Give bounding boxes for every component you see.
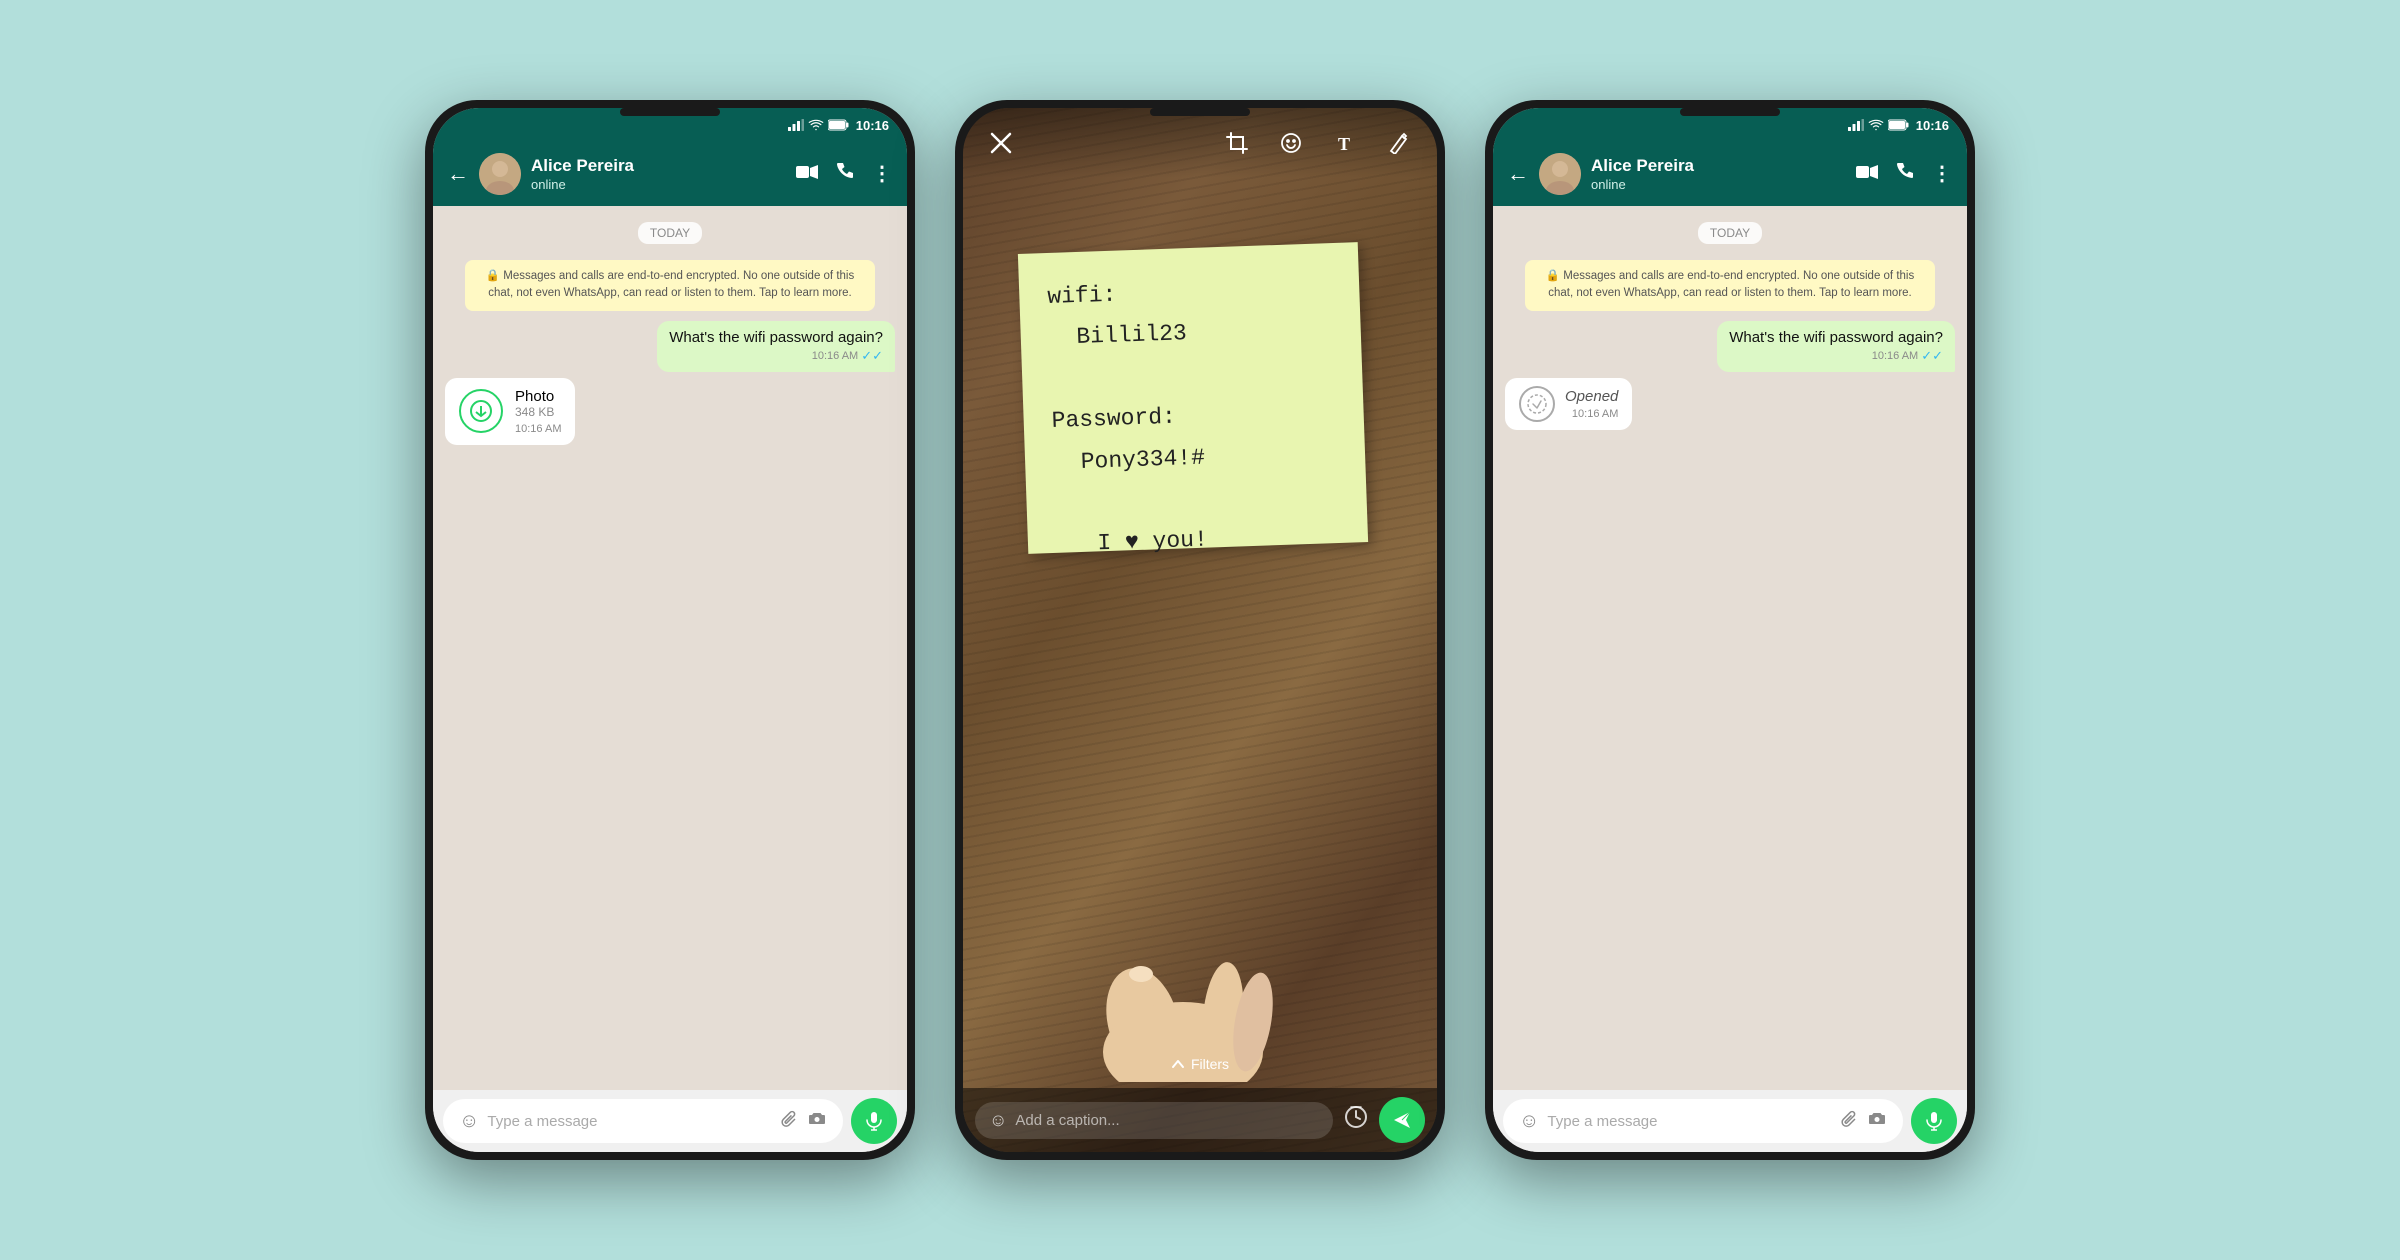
phone-2-screen: wifi: Billil23 Password: Pony334!# I ♥ y… <box>963 108 1437 1152</box>
camera-icon-1[interactable] <box>807 1109 827 1133</box>
double-tick-3: ✓✓ <box>1921 348 1943 364</box>
caption-input[interactable]: ☺ Add a caption... <box>975 1102 1333 1139</box>
battery-icon <box>828 119 850 131</box>
opened-message: Opened 10:16 AM <box>1505 378 1632 430</box>
phone-icon-3[interactable] <box>1896 162 1914 186</box>
battery-icon-3 <box>1888 119 1910 131</box>
message-text-1: What's the wifi password again? <box>669 329 883 346</box>
input-field-3[interactable]: ☺ Type a message <box>1503 1099 1903 1143</box>
attach-icon-1[interactable] <box>779 1109 799 1133</box>
contact-name-3: Alice Pereira <box>1591 156 1846 176</box>
phone-3: 10:16 ← Alice Pereira online <box>1485 100 1975 1160</box>
message-out-1: What's the wifi password again? 10:16 AM… <box>657 321 895 372</box>
chat-body-3: TODAY 🔒 Messages and calls are end-to-en… <box>1493 206 1967 1090</box>
mic-button-3[interactable] <box>1911 1098 1957 1144</box>
message-out-3: What's the wifi password again? 10:16 AM… <box>1717 321 1955 372</box>
double-tick-1: ✓✓ <box>861 348 883 364</box>
mic-button-1[interactable] <box>851 1098 897 1144</box>
editor-tools-right: T <box>1217 123 1419 163</box>
filters-label: Filters <box>1191 1056 1229 1072</box>
back-button-1[interactable]: ← <box>447 161 469 187</box>
encryption-notice-3: 🔒 Messages and calls are end-to-end encr… <box>1525 260 1935 311</box>
crop-icon[interactable] <box>1217 123 1257 163</box>
contact-name-1: Alice Pereira <box>531 156 786 176</box>
editor-top-bar: T <box>963 108 1437 178</box>
opened-text: Opened 10:16 AM <box>1565 388 1618 420</box>
signal-icons-1 <box>788 119 850 131</box>
phone-2: wifi: Billil23 Password: Pony334!# I ♥ y… <box>955 100 1445 1160</box>
phone-1: 10:16 ← Alice Pereira online <box>425 100 915 1160</box>
close-button-editor[interactable] <box>981 123 1021 163</box>
contact-status-3: online <box>1591 177 1846 192</box>
message-text-3: What's the wifi password again? <box>1729 329 1943 346</box>
emoji-icon-3[interactable]: ☺ <box>1519 1110 1539 1133</box>
caption-placeholder: Add a caption... <box>1015 1112 1319 1129</box>
date-badge-1: TODAY <box>638 222 702 244</box>
input-bar-1: ☺ Type a message <box>433 1090 907 1152</box>
attach-icon-3[interactable] <box>1839 1109 1859 1133</box>
input-bar-3: ☺ Type a message <box>1493 1090 1967 1152</box>
phone-3-screen: 10:16 ← Alice Pereira online <box>1493 108 1967 1152</box>
signal-icon-3 <box>1848 119 1864 131</box>
photo-info: Photo 348 KB 10:16 AM <box>515 388 561 435</box>
photo-size: 348 KB <box>515 405 561 419</box>
phone-3-notch <box>1680 108 1780 116</box>
video-icon-3[interactable] <box>1856 163 1878 186</box>
sticky-note: wifi: Billil23 Password: Pony334!# I ♥ y… <box>1018 242 1368 554</box>
contact-status-1: online <box>531 177 786 192</box>
status-time-1: 10:16 <box>856 118 889 133</box>
caption-bar: ☺ Add a caption... <box>963 1088 1437 1152</box>
photo-download-icon <box>459 389 503 433</box>
input-placeholder-3: Type a message <box>1547 1113 1831 1130</box>
avatar-3 <box>1539 153 1581 195</box>
more-icon-3[interactable]: ⋮ <box>1932 164 1953 184</box>
phone-1-screen: 10:16 ← Alice Pereira online <box>433 108 907 1152</box>
photo-label: Photo <box>515 388 561 405</box>
input-field-1[interactable]: ☺ Type a message <box>443 1099 843 1143</box>
phone-2-notch <box>1150 108 1250 116</box>
header-icons-1: ⋮ <box>796 162 893 186</box>
caption-emoji-icon: ☺ <box>989 1110 1007 1131</box>
emoji-tool-icon[interactable] <box>1271 123 1311 163</box>
editor-screen: wifi: Billil23 Password: Pony334!# I ♥ y… <box>963 108 1437 1152</box>
input-placeholder-1: Type a message <box>487 1113 771 1130</box>
signal-icons-3 <box>1848 119 1910 131</box>
encryption-notice-1: 🔒 Messages and calls are end-to-end encr… <box>465 260 875 311</box>
photo-background: wifi: Billil23 Password: Pony334!# I ♥ y… <box>963 108 1437 1152</box>
chat-header-3: ← Alice Pereira online ⋮ <box>1493 142 1967 206</box>
opened-time: 10:16 AM <box>1565 408 1618 420</box>
timer-icon[interactable] <box>1343 1104 1369 1136</box>
wood-background: wifi: Billil23 Password: Pony334!# I ♥ y… <box>963 108 1437 1152</box>
draw-tool-icon[interactable] <box>1379 123 1419 163</box>
date-badge-3: TODAY <box>1698 222 1762 244</box>
phone-icon-1[interactable] <box>836 162 854 186</box>
filters-bar[interactable]: Filters <box>963 1056 1437 1072</box>
svg-text:T: T <box>1338 134 1350 154</box>
photo-time: 10:16 AM <box>515 423 561 435</box>
phone-1-notch <box>620 108 720 116</box>
wifi-icon-3 <box>1868 119 1884 131</box>
message-time-3: 10:16 AM ✓✓ <box>1729 348 1943 364</box>
contact-info-3: Alice Pereira online <box>1591 156 1846 191</box>
hand-svg <box>1023 862 1343 1082</box>
back-button-3[interactable]: ← <box>1507 161 1529 187</box>
message-time-1: 10:16 AM ✓✓ <box>669 348 883 364</box>
more-icon-1[interactable]: ⋮ <box>872 164 893 184</box>
text-tool-icon[interactable]: T <box>1325 123 1365 163</box>
contact-info-1: Alice Pereira online <box>531 156 786 191</box>
chat-header-1: ← Alice Pereira online ⋮ <box>433 142 907 206</box>
camera-icon-3[interactable] <box>1867 1109 1887 1133</box>
video-icon-1[interactable] <box>796 163 818 186</box>
emoji-icon-1[interactable]: ☺ <box>459 1110 479 1133</box>
photo-message-1[interactable]: Photo 348 KB 10:16 AM <box>445 378 575 445</box>
chevron-up-icon <box>1171 1057 1185 1071</box>
status-time-3: 10:16 <box>1916 118 1949 133</box>
avatar-1 <box>479 153 521 195</box>
chat-body-1: TODAY 🔒 Messages and calls are end-to-en… <box>433 206 907 1090</box>
wifi-icon <box>808 119 824 131</box>
send-button[interactable] <box>1379 1097 1425 1143</box>
signal-icon <box>788 119 804 131</box>
opened-icon <box>1519 386 1555 422</box>
header-icons-3: ⋮ <box>1856 162 1953 186</box>
